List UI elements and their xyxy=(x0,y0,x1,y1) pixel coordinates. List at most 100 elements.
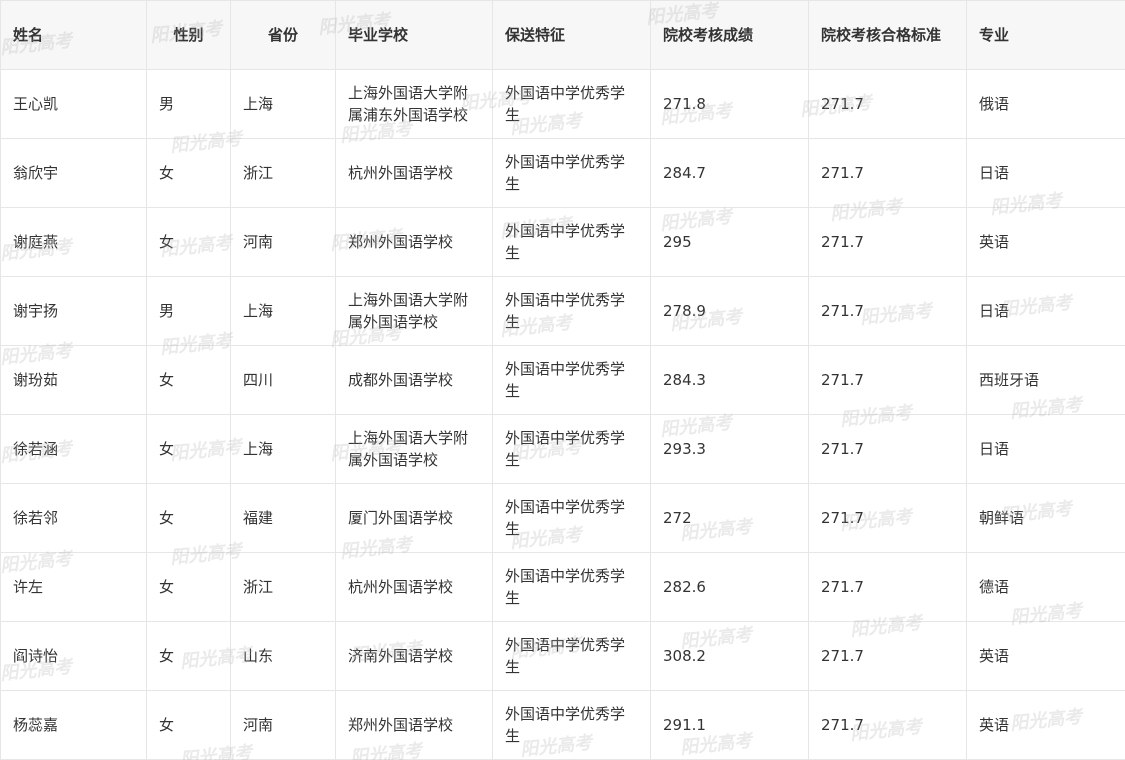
cell-standard: 271.7 xyxy=(808,345,967,415)
cell-major: 俄语 xyxy=(966,69,1125,139)
table-row: 徐若涵女上海 上海外国语大学附属外国语学校 外国语中学优秀学生 293.3 271.7 日… xyxy=(0,414,1125,484)
cell-name: 翁欣宇 xyxy=(0,138,147,208)
cell-score: 278.9 xyxy=(650,276,809,346)
cell-province: 四川 xyxy=(230,345,336,415)
cell-province: 上海 xyxy=(230,276,336,346)
cell-province: 福建 xyxy=(230,483,336,553)
cell-gender: 女 xyxy=(146,414,231,484)
cell-feature: 外国语中学优秀学生 xyxy=(492,207,651,277)
cell-school: 济南外国语学校 xyxy=(335,621,493,691)
cell-score: 295 xyxy=(650,207,809,277)
cell-gender: 女 xyxy=(146,552,231,622)
header-score: 院校考核成绩 xyxy=(650,0,809,70)
cell-major: 英语 xyxy=(966,621,1125,691)
table-header-row: 姓名 性别 省份 毕业学校 保送特征 院校考核成绩 院校考核合格标准 专业 xyxy=(0,0,1125,70)
cell-name: 许左 xyxy=(0,552,147,622)
cell-province: 浙江 xyxy=(230,138,336,208)
cell-name: 徐若邻 xyxy=(0,483,147,553)
cell-province: 浙江 xyxy=(230,552,336,622)
cell-standard: 271.7 xyxy=(808,483,967,553)
cell-score: 271.8 xyxy=(650,69,809,139)
admission-results-table: 姓名 性别 省份 毕业学校 保送特征 院校考核成绩 院校考核合格标准 专业 王心… xyxy=(0,0,1125,760)
cell-name: 谢庭燕 xyxy=(0,207,147,277)
cell-major: 日语 xyxy=(966,276,1125,346)
cell-major: 日语 xyxy=(966,138,1125,208)
cell-standard: 271.7 xyxy=(808,552,967,622)
cell-major: 英语 xyxy=(966,690,1125,760)
cell-gender: 女 xyxy=(146,138,231,208)
cell-gender: 男 xyxy=(146,69,231,139)
cell-standard: 271.7 xyxy=(808,69,967,139)
cell-province: 山东 xyxy=(230,621,336,691)
cell-major: 西班牙语 xyxy=(966,345,1125,415)
header-standard: 院校考核合格标准 xyxy=(808,0,967,70)
cell-feature: 外国语中学优秀学生 xyxy=(492,552,651,622)
cell-gender: 女 xyxy=(146,690,231,760)
cell-gender: 女 xyxy=(146,621,231,691)
cell-standard: 271.7 xyxy=(808,207,967,277)
table-row: 杨蕊嘉女河南 郑州外国语学校 外国语中学优秀学生 291.1 271.7 英语 xyxy=(0,690,1125,760)
cell-major: 英语 xyxy=(966,207,1125,277)
cell-score: 284.7 xyxy=(650,138,809,208)
table-row: 徐若邻女福建 厦门外国语学校 外国语中学优秀学生 272 271.7 朝鲜语 xyxy=(0,483,1125,553)
cell-school: 上海外国语大学附属外国语学校 xyxy=(335,276,493,346)
cell-score: 293.3 xyxy=(650,414,809,484)
header-school: 毕业学校 xyxy=(335,0,493,70)
cell-feature: 外国语中学优秀学生 xyxy=(492,276,651,346)
table-row: 许左女浙江 杭州外国语学校 外国语中学优秀学生 282.6 271.7 德语 xyxy=(0,552,1125,622)
cell-feature: 外国语中学优秀学生 xyxy=(492,483,651,553)
cell-score: 282.6 xyxy=(650,552,809,622)
cell-school: 上海外国语大学附属浦东外国语学校 xyxy=(335,69,493,139)
cell-feature: 外国语中学优秀学生 xyxy=(492,138,651,208)
cell-name: 谢宇扬 xyxy=(0,276,147,346)
cell-score: 284.3 xyxy=(650,345,809,415)
cell-name: 王心凯 xyxy=(0,69,147,139)
cell-standard: 271.7 xyxy=(808,414,967,484)
table-row: 谢宇扬男上海 上海外国语大学附属外国语学校 外国语中学优秀学生 278.9 271.7 日… xyxy=(0,276,1125,346)
cell-school: 杭州外国语学校 xyxy=(335,552,493,622)
cell-gender: 男 xyxy=(146,276,231,346)
cell-feature: 外国语中学优秀学生 xyxy=(492,345,651,415)
table-row: 王心凯男上海 上海外国语大学附属浦东外国语学校 外国语中学优秀学生 271.8 271.… xyxy=(0,69,1125,139)
cell-school: 成都外国语学校 xyxy=(335,345,493,415)
cell-school: 上海外国语大学附属外国语学校 xyxy=(335,414,493,484)
cell-standard: 271.7 xyxy=(808,276,967,346)
cell-name: 徐若涵 xyxy=(0,414,147,484)
header-major: 专业 xyxy=(966,0,1125,70)
cell-feature: 外国语中学优秀学生 xyxy=(492,414,651,484)
cell-province: 河南 xyxy=(230,690,336,760)
cell-score: 291.1 xyxy=(650,690,809,760)
header-feature: 保送特征 xyxy=(492,0,651,70)
cell-province: 上海 xyxy=(230,414,336,484)
cell-standard: 271.7 xyxy=(808,690,967,760)
cell-score: 272 xyxy=(650,483,809,553)
table-row: 翁欣宇女浙江 杭州外国语学校 外国语中学优秀学生 284.7 271.7 日语 xyxy=(0,138,1125,208)
cell-school: 厦门外国语学校 xyxy=(335,483,493,553)
cell-school: 郑州外国语学校 xyxy=(335,690,493,760)
cell-province: 上海 xyxy=(230,69,336,139)
cell-feature: 外国语中学优秀学生 xyxy=(492,690,651,760)
table-row: 阎诗怡女山东 济南外国语学校 外国语中学优秀学生 308.2 271.7 英语 xyxy=(0,621,1125,691)
table-body: 王心凯男上海 上海外国语大学附属浦东外国语学校 外国语中学优秀学生 271.8 271.… xyxy=(0,69,1125,760)
cell-feature: 外国语中学优秀学生 xyxy=(492,621,651,691)
cell-school: 郑州外国语学校 xyxy=(335,207,493,277)
cell-score: 308.2 xyxy=(650,621,809,691)
header-province: 省份 xyxy=(230,0,336,70)
cell-major: 朝鲜语 xyxy=(966,483,1125,553)
header-name: 姓名 xyxy=(0,0,147,70)
table-row: 谢玢茹女四川 成都外国语学校 外国语中学优秀学生 284.3 271.7 西班牙语 xyxy=(0,345,1125,415)
cell-school: 杭州外国语学校 xyxy=(335,138,493,208)
cell-gender: 女 xyxy=(146,483,231,553)
cell-major: 德语 xyxy=(966,552,1125,622)
cell-name: 杨蕊嘉 xyxy=(0,690,147,760)
cell-province: 河南 xyxy=(230,207,336,277)
cell-feature: 外国语中学优秀学生 xyxy=(492,69,651,139)
cell-name: 谢玢茹 xyxy=(0,345,147,415)
cell-standard: 271.7 xyxy=(808,138,967,208)
header-gender: 性别 xyxy=(146,0,231,70)
cell-gender: 女 xyxy=(146,207,231,277)
cell-standard: 271.7 xyxy=(808,621,967,691)
cell-name: 阎诗怡 xyxy=(0,621,147,691)
cell-major: 日语 xyxy=(966,414,1125,484)
table-row: 谢庭燕女河南 郑州外国语学校 外国语中学优秀学生 295 271.7 英语 xyxy=(0,207,1125,277)
